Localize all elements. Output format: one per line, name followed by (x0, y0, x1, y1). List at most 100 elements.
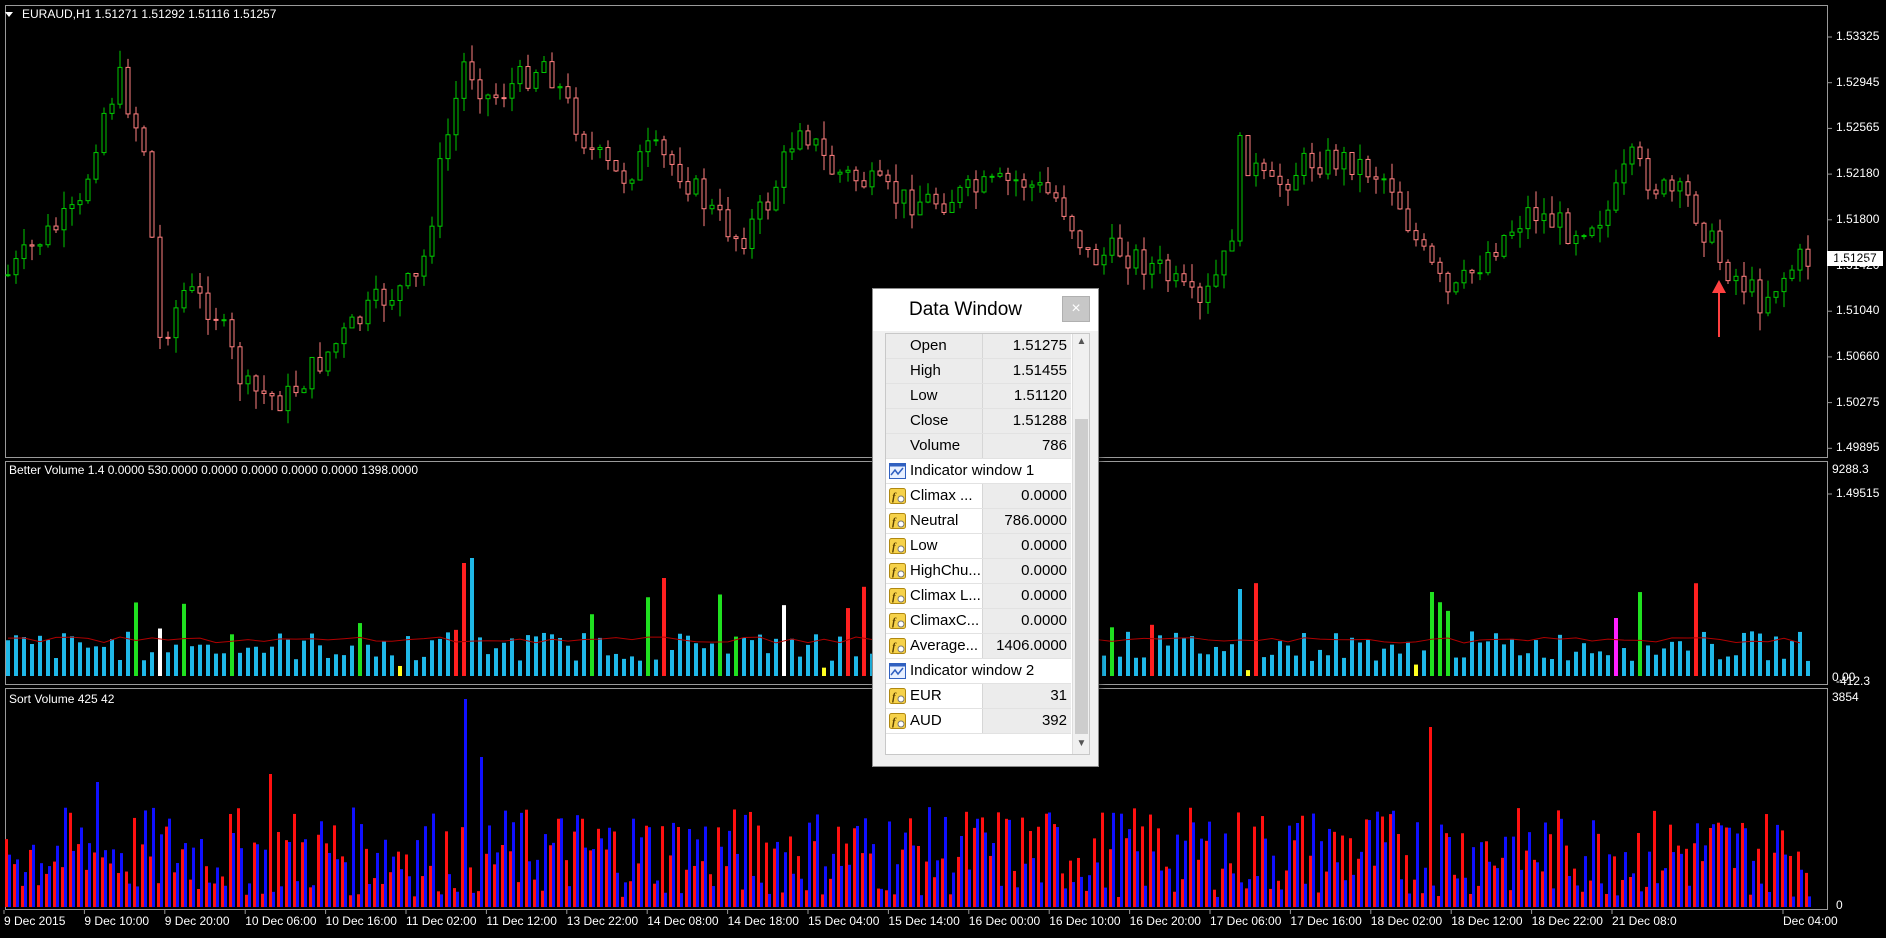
volume-bar (494, 648, 498, 676)
sort-volume-eur-bar (165, 826, 168, 907)
volume-bar (182, 603, 186, 676)
sort-volume-eur-bar (1693, 843, 1696, 907)
volume-bar (1646, 645, 1650, 676)
sort-volume-eur-bar (709, 874, 712, 907)
candle-body (1133, 249, 1139, 269)
candle-body (1237, 135, 1243, 242)
sort-volume-eur-bar (1213, 889, 1216, 907)
sort-volume-aud-bar (968, 869, 971, 907)
candle-body (1661, 179, 1667, 195)
sort-volume-eur-bar (309, 887, 312, 907)
candle-body (357, 316, 363, 325)
time-axis-label: 18 Dec 02:00 (1370, 914, 1443, 928)
candle-body (1493, 252, 1499, 257)
volume-bar (150, 652, 154, 676)
sort-volume-aud-bar (728, 830, 731, 907)
volume-bar (502, 642, 506, 676)
sort-volume-eur-bar (1661, 870, 1664, 907)
sort-volume-eur-bar (1333, 831, 1336, 907)
candle-body (269, 392, 275, 397)
sort-volume-aud-bar (1272, 855, 1275, 907)
sort-volume-eur-bar (1653, 810, 1656, 907)
sort-volume-aud-bar (1448, 837, 1451, 907)
volume-bar (366, 644, 370, 676)
time-axis-label: 9 Dec 10:00 (84, 914, 150, 928)
data-window-row: f Low 0.0000 (886, 534, 1071, 559)
candle-body (1565, 212, 1571, 245)
volume-bar (1750, 631, 1754, 676)
sort-volume-aud-bar (360, 824, 363, 907)
volume-bar (1726, 656, 1730, 676)
data-window-header[interactable]: Data Window × (873, 289, 1098, 331)
time-axis-label: 14 Dec 08:00 (647, 914, 719, 928)
sort-volume-eur-bar (301, 842, 304, 907)
candle-body (805, 130, 811, 146)
sort-volume-aud-bar (744, 814, 747, 907)
sort-volume-aud-bar (720, 846, 723, 907)
data-window-row-label: Climax L... (910, 587, 981, 604)
candle-body (1173, 273, 1179, 282)
time-axis-label: 15 Dec 04:00 (808, 914, 880, 928)
indicator1-title: Better Volume 1.4 0.0000 530.0000 0.0000… (9, 463, 419, 477)
sort-volume-eur-bar (1509, 890, 1512, 907)
sort-volume-aud-bar (48, 866, 51, 907)
volume-bar (174, 644, 178, 676)
sort-volume-aud-bar (536, 859, 539, 907)
candle-body (1037, 182, 1043, 186)
data-window-row-value: 0.0000 (1021, 562, 1067, 579)
sort-volume-aud-bar (880, 888, 883, 907)
sort-volume-aud-bar (1208, 821, 1211, 907)
sort-volume-aud-bar (896, 864, 899, 907)
sort-volume-eur-bar (661, 826, 664, 907)
candle-body (453, 97, 459, 136)
sort-volume-eur-bar (989, 855, 992, 907)
candle-body (1285, 183, 1291, 191)
candle-body (861, 180, 867, 188)
sort-volume-eur-bar (1277, 880, 1280, 907)
data-window[interactable]: Data Window × Open 1.51275 High 1.51455 Low 1… (872, 288, 1099, 767)
close-button[interactable]: × (1062, 296, 1090, 322)
sort-volume-eur-bar (341, 856, 344, 907)
scrollbar-thumb[interactable] (1075, 419, 1088, 734)
sort-volume-aud-bar (64, 807, 67, 907)
candle-body (341, 327, 347, 345)
scroll-down-icon[interactable]: ▼ (1073, 736, 1089, 752)
data-window-row-label: Average... (910, 637, 979, 654)
price-axis-label: 1.49895 (1836, 440, 1880, 455)
data-window-row: Open 1.51275 (886, 334, 1071, 359)
sort-volume-aud-bar (416, 840, 419, 907)
sort-volume-eur-bar (141, 844, 144, 907)
sort-volume-eur-bar (909, 818, 912, 907)
sort-volume-eur-bar (1557, 810, 1560, 907)
volume-bar (1710, 643, 1714, 676)
volume-bar (1694, 583, 1698, 676)
candle-body (1261, 162, 1267, 172)
candle-body (1549, 213, 1555, 228)
scroll-up-icon[interactable]: ▲ (1073, 334, 1089, 350)
sort-volume-eur-bar (1189, 807, 1192, 907)
data-window-row: f HighChu... 0.0000 (886, 559, 1071, 584)
data-window-scrollbar[interactable]: ▲ ▼ (1072, 334, 1089, 754)
candle-body (1077, 230, 1083, 249)
candle-body (1413, 230, 1419, 241)
candle-body (197, 286, 203, 294)
sort-volume-eur-bar (213, 883, 216, 907)
sort-volume-aud-bar (1776, 824, 1779, 907)
volume-bar (1278, 641, 1282, 676)
volume-bar (1590, 653, 1594, 676)
candle-body (757, 201, 763, 220)
sort-volume-aud-bar (1216, 896, 1219, 907)
sort-volume-aud-bar (1704, 845, 1707, 907)
sort-volume-eur-bar (1181, 879, 1184, 907)
sort-volume-eur-bar (621, 896, 624, 907)
sort-volume-aud-bar (1080, 876, 1083, 907)
volume-bar (206, 644, 210, 676)
sort-volume-eur-bar (333, 825, 336, 907)
volume-bar (726, 653, 730, 676)
candle-body (789, 148, 795, 153)
sort-volume-aud-bar (504, 810, 507, 907)
price-axis-label: 1.53325 (1836, 29, 1880, 43)
sort-volume-aud-bar (472, 892, 475, 907)
data-window-row-label: Close (910, 412, 949, 429)
volume-bar (470, 558, 474, 676)
